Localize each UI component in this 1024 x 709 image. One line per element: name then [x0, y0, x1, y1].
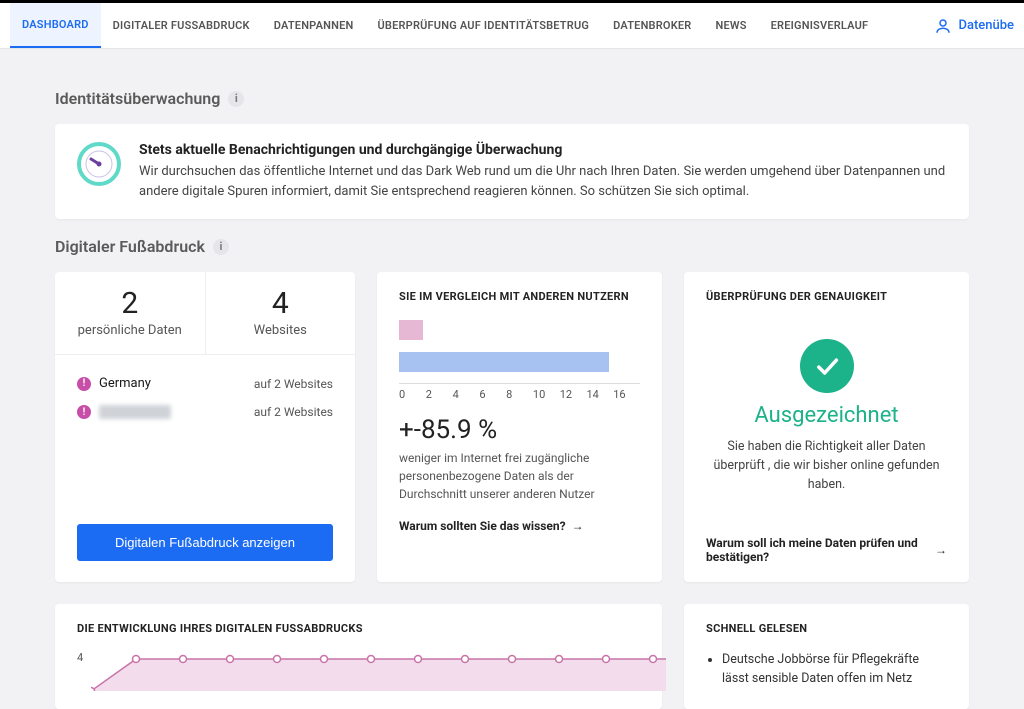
- schnell-item[interactable]: Deutsche Jobbörse für Pflegekräfte lässt…: [722, 651, 947, 689]
- location-label: Germany: [99, 376, 151, 391]
- axis-tick: 14: [586, 388, 613, 401]
- stats-header: 2 persönliche Daten 4 Websites: [55, 272, 355, 355]
- bar-others: [399, 351, 640, 373]
- footprint-section-title: Digitaler Fußabdruck i: [55, 237, 969, 256]
- comparison-card: SIE IM VERGLEICH MIT ANDEREN NUTZERN 024…: [377, 272, 662, 582]
- location-right-text: auf 2 Websites: [254, 405, 333, 419]
- comparison-percentage: +-85.9 %: [399, 415, 640, 445]
- bar-axis: 0246810121416: [399, 383, 640, 401]
- axis-tick: 6: [479, 388, 506, 401]
- accuracy-card: ÜBERPRÜFUNG DER GENAUIGKEIT Ausgezeichne…: [684, 272, 969, 582]
- info-icon[interactable]: i: [228, 91, 244, 107]
- stat-websites-number: 4: [206, 286, 356, 321]
- stat-websites-label: Websites: [206, 323, 356, 338]
- accuracy-body: Ausgezeichnet Sie haben die Richtigkeit …: [706, 319, 947, 502]
- identity-section-title-text: Identitätsüberwachung: [55, 89, 220, 108]
- bar-others-fill: [399, 352, 609, 372]
- nav-data-breaches[interactable]: DATENPANNEN: [262, 4, 366, 47]
- intro-description: Wir durchsuchen das öffentliche Internet…: [139, 162, 947, 201]
- arrow-right-icon: →: [572, 519, 584, 533]
- arrow-right-icon: →: [935, 543, 947, 557]
- show-footprint-button[interactable]: Digitalen Fußabdruck anzeigen: [77, 524, 333, 561]
- alert-icon: !: [77, 377, 91, 391]
- personal-data-card: 2 persönliche Daten 4 Websites ! Germany…: [55, 272, 355, 582]
- bar-you: [399, 319, 640, 341]
- footprint-section-title-text: Digitaler Fußabdruck: [55, 237, 205, 256]
- stat-personal: 2 persönliche Daten: [55, 272, 205, 354]
- axis-tick: 8: [506, 388, 533, 401]
- axis-tick: 4: [453, 388, 480, 401]
- info-icon[interactable]: i: [213, 239, 229, 255]
- accuracy-link-text: Warum soll ich meine Daten prüfen und be…: [706, 536, 929, 564]
- gauge-icon: [77, 142, 121, 186]
- location-row-2[interactable]: ! auf 2 Websites: [77, 398, 333, 426]
- accuracy-description: Sie haben die Richtigkeit aller Daten üb…: [706, 438, 947, 502]
- nav-user-link[interactable]: Datenübe: [934, 17, 1014, 35]
- nav-digital-footprint[interactable]: DIGITALER FUSSABDRUCK: [101, 4, 262, 47]
- nav-news[interactable]: NEWS: [703, 4, 758, 47]
- axis-tick: 10: [533, 388, 560, 401]
- stat-websites: 4 Websites: [205, 272, 356, 354]
- accuracy-rating: Ausgezeichnet: [706, 403, 947, 428]
- stat-personal-label: persönliche Daten: [55, 323, 205, 338]
- stat-personal-number: 2: [55, 286, 205, 321]
- trend-line-svg: [91, 651, 666, 691]
- schnell-title: SCHNELL GELESEN: [706, 622, 947, 635]
- checkmark-icon: [800, 339, 854, 393]
- page-content: Identitätsüberwachung i Stets aktuelle B…: [0, 49, 1024, 709]
- user-icon: [934, 17, 952, 35]
- schnell-list: Deutsche Jobbörse für Pflegekräfte lässt…: [706, 651, 947, 689]
- identity-section-title: Identitätsüberwachung i: [55, 89, 969, 108]
- nav-identity-fraud[interactable]: ÜBERPRÜFUNG AUF IDENTITÄTSBETRUG: [365, 4, 601, 47]
- schnell-card: SCHNELL GELESEN Deutsche Jobbörse für Pf…: [684, 604, 969, 709]
- alert-icon: !: [77, 405, 91, 419]
- footprint-cards-row: 2 persönliche Daten 4 Websites ! Germany…: [55, 272, 969, 582]
- axis-tick: 12: [560, 388, 587, 401]
- location-right-text: auf 2 Websites: [254, 377, 333, 391]
- nav-data-broker[interactable]: DATENBROKER: [601, 4, 703, 47]
- axis-tick: 16: [613, 388, 640, 401]
- comparison-link[interactable]: Warum sollten Sie das wissen? →: [399, 519, 640, 533]
- accuracy-title: ÜBERPRÜFUNG DER GENAUIGKEIT: [706, 290, 947, 303]
- comparison-description: weniger im Internet frei zugängliche per…: [399, 449, 640, 503]
- comparison-title: SIE IM VERGLEICH MIT ANDEREN NUTZERN: [399, 290, 640, 303]
- accuracy-link[interactable]: Warum soll ich meine Daten prüfen und be…: [706, 536, 947, 564]
- main-nav: DASHBOARD DIGITALER FUSSABDRUCK DATENPAN…: [0, 3, 1024, 49]
- intro-card: Stets aktuelle Benachrichtigungen und du…: [55, 124, 969, 219]
- comparison-link-text: Warum sollten Sie das wissen?: [399, 519, 566, 533]
- trend-title: DIE ENTWICKLUNG IHRES DIGITALEN FUSSABDR…: [77, 622, 640, 635]
- intro-text-block: Stets aktuelle Benachrichtigungen und du…: [139, 142, 947, 201]
- intro-title: Stets aktuelle Benachrichtigungen und du…: [139, 142, 947, 158]
- redacted-text: [99, 405, 171, 419]
- bar-you-fill: [399, 320, 423, 340]
- nav-dashboard[interactable]: DASHBOARD: [10, 3, 101, 48]
- axis-tick: 0: [399, 388, 426, 401]
- trend-card: DIE ENTWICKLUNG IHRES DIGITALEN FUSSABDR…: [55, 604, 662, 709]
- nav-user-label: Datenübe: [958, 18, 1014, 33]
- nav-event-history[interactable]: EREIGNISVERLAUF: [759, 4, 881, 47]
- axis-tick: 2: [426, 388, 453, 401]
- trend-chart: 4: [77, 651, 640, 691]
- trend-y-label: 4: [77, 651, 83, 664]
- location-row-1[interactable]: ! Germany auf 2 Websites: [77, 369, 333, 398]
- bottom-cards-row: DIE ENTWICKLUNG IHRES DIGITALEN FUSSABDR…: [55, 604, 969, 709]
